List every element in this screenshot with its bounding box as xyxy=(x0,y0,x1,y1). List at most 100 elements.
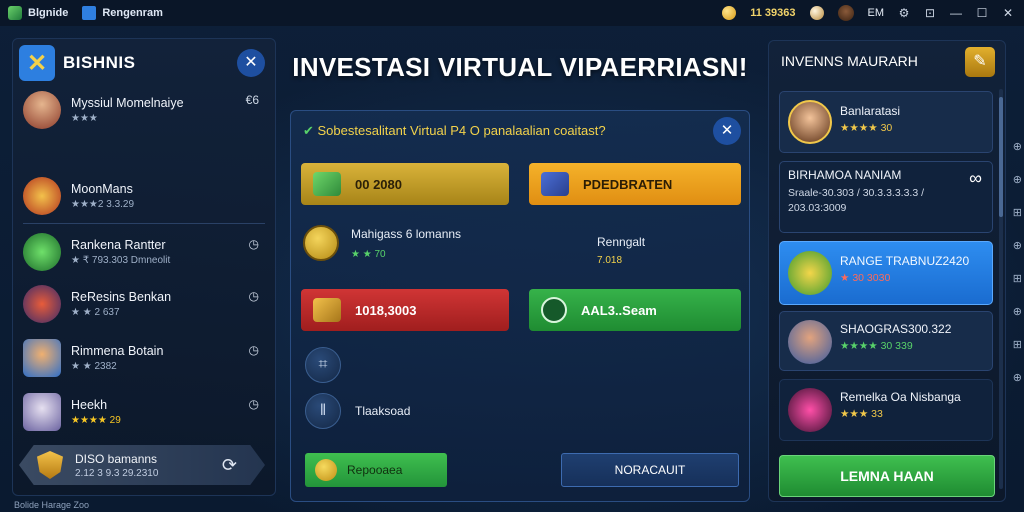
pause-icon: ǁ xyxy=(305,393,341,429)
panel-title: BISHNIS xyxy=(63,53,136,72)
investor-badge-icon xyxy=(788,251,832,295)
list-item[interactable]: Myssiul Momelnaiye ★★★ €6 xyxy=(23,91,265,129)
character-avatar xyxy=(23,91,61,129)
gears-avatar xyxy=(23,285,61,323)
investor-card[interactable]: BIRHAMOA NANIAM Sraale-30.303 / 30.3.3.3… xyxy=(779,161,993,233)
investor-rating: ★★★ 33 xyxy=(840,408,883,420)
toolbar-icon[interactable]: ⊕ xyxy=(1013,239,1022,252)
app-name: Blgnide xyxy=(28,7,69,19)
check-mark-icon: ✔ xyxy=(303,123,318,138)
scrollbar[interactable] xyxy=(999,89,1003,489)
guild-banner[interactable]: DISO bamanns 2.12 3 9.3 29.2310 ⟳ xyxy=(19,445,265,485)
investor-card[interactable]: Banlaratasi ★★★★ 30 xyxy=(779,91,993,153)
repay-label: Repooaea xyxy=(347,463,403,477)
investment-dialog: ✔ Sobestesalitant Virtual P4 O panalaali… xyxy=(290,110,750,502)
title-bar: Blgnide Rengenram 11 39363 EM ⚙ ⊡ — ☐ ✕ xyxy=(0,0,1024,26)
item-rating: ★★★ xyxy=(71,113,98,124)
clock-icon[interactable]: ◷ xyxy=(249,289,259,303)
investor-avatar xyxy=(788,100,832,144)
avatar[interactable] xyxy=(837,5,854,21)
scrollbar-thumb[interactable] xyxy=(999,97,1003,217)
refresh-icon[interactable]: ⟳ xyxy=(222,455,237,476)
coin-icon xyxy=(722,6,737,20)
moon-badge-icon xyxy=(23,177,61,215)
link-icon[interactable]: ∞ xyxy=(969,168,982,189)
info-left-sub: ★ ★ 70 xyxy=(351,248,386,260)
coin-balance: 11 39363 xyxy=(750,7,796,19)
divider xyxy=(23,223,265,224)
gold-invest-button[interactable]: 00 2080 xyxy=(301,163,509,205)
picture-in-picture-icon[interactable]: ⊡ xyxy=(924,7,936,19)
toolbar-icon[interactable]: ⊞ xyxy=(1013,206,1022,219)
info-right: Renngalt 7.018 xyxy=(597,235,645,266)
toolbar-icon[interactable]: ⊞ xyxy=(1013,272,1022,285)
investor-name: Banlaratasi xyxy=(840,104,901,118)
minimize-icon[interactable]: — xyxy=(950,7,962,19)
character-avatar xyxy=(23,339,61,377)
toolbar-icon[interactable]: ⊕ xyxy=(1013,173,1022,186)
maximize-icon[interactable]: ☐ xyxy=(976,7,988,19)
list-item[interactable]: Rimmena Botain ★ ★ 2382 ◷ xyxy=(23,339,265,377)
red-amount: 1018,3003 xyxy=(355,302,417,318)
secondary-button[interactable]: NORACAUIT xyxy=(561,453,739,487)
side-toolbar: ⊕ ⊕ ⊞ ⊕ ⊞ ⊕ ⊞ ⊕ xyxy=(1013,140,1022,384)
pin-icon[interactable]: ✎ xyxy=(965,47,995,77)
info-left-title: Mahigass 6 lomanns xyxy=(351,226,462,241)
close-panel-button[interactable]: ✕ xyxy=(237,49,265,77)
investor-card[interactable]: SHAOGRAS300.322 ★★★★ 30 339 xyxy=(779,311,993,371)
list-item[interactable]: Heekh ★★★★ 29 ◷ xyxy=(23,393,265,431)
list-item[interactable]: Rankena Rantter ★ ₹ 793.303 Dmneolit ◷ xyxy=(23,233,265,271)
page-title: INVESTASI VIRTUAL VIPAERRIASN! xyxy=(292,52,748,82)
toolbar-icon[interactable]: ⊕ xyxy=(1013,371,1022,384)
gem-icon[interactable] xyxy=(809,6,824,20)
tab-title[interactable]: Rengenram xyxy=(102,7,163,19)
cash-icon xyxy=(313,172,341,196)
orange-invest-button[interactable]: PDEDBRATEN xyxy=(529,163,741,205)
clock-icon[interactable]: ◷ xyxy=(249,343,259,357)
item-name: Myssiul Momelnaiye xyxy=(71,96,184,110)
investor-card[interactable]: Remelka Oa Nisbanga ★★★ 33 xyxy=(779,379,993,441)
clock-icon[interactable]: ◷ xyxy=(249,397,259,411)
toolbar-icon[interactable]: ⊕ xyxy=(1013,140,1022,153)
shield-icon xyxy=(541,297,567,323)
investor-details: Sraale-30.303 / 30.3.3.3.3.3 / 203.03:30… xyxy=(788,187,925,214)
coin-icon xyxy=(315,459,337,481)
item-rating: ★★★★ 29 xyxy=(71,415,121,426)
info-right-title: Renngalt xyxy=(597,235,646,249)
toolbar-icon[interactable]: ⊞ xyxy=(1013,338,1022,351)
info-right-value: 7.018 xyxy=(597,255,623,266)
investor-avatar xyxy=(788,320,832,364)
repay-button[interactable]: Repooaea xyxy=(305,453,447,487)
green-label: AAL3..Seam xyxy=(581,302,657,318)
investor-name: BIRHAMOA NANIAM xyxy=(788,168,902,182)
chest-icon xyxy=(313,298,341,322)
red-invest-button[interactable]: 1018,3003 xyxy=(301,289,509,331)
item-rating: ★★★2 3.3.29 xyxy=(71,199,135,210)
close-icon[interactable]: ✕ xyxy=(1002,7,1014,19)
item-price: €6 xyxy=(245,93,259,107)
list-item[interactable]: ReResins Benkan ★ ★ 2 637 ◷ xyxy=(23,285,265,323)
item-name: ReResins Benkan xyxy=(71,290,172,304)
character-avatar xyxy=(23,393,61,431)
item-rating: ★ ★ 2 637 xyxy=(71,307,120,318)
clock-icon[interactable]: ◷ xyxy=(249,237,259,251)
business-panel-header: ✕ BISHNIS ✕ xyxy=(19,45,269,81)
option-row[interactable]: ⌗ xyxy=(305,347,341,383)
investor-card-selected[interactable]: RANGE TRABNUZ2420 ★ 30 3030 xyxy=(779,241,993,305)
item-rating: ★ ₹ 793.303 Dmneolit xyxy=(71,255,171,266)
item-name: MoonMans xyxy=(71,182,133,196)
option-row[interactable]: ǁ Tlaaksoad xyxy=(305,393,410,429)
primary-action-button[interactable]: LEMNA HAAN xyxy=(779,455,995,497)
item-name: Heekh xyxy=(71,398,108,412)
business-list-panel: ✕ BISHNIS ✕ Myssiul Momelnaiye ★★★ €6 Moo… xyxy=(12,38,276,496)
user-initials[interactable]: EM xyxy=(868,7,885,19)
crossed-tools-icon: ✕ xyxy=(19,45,55,81)
settings-icon[interactable]: ⚙ xyxy=(898,7,910,19)
investor-name: RANGE TRABNUZ2420 xyxy=(840,254,970,268)
green-invest-button[interactable]: AAL3..Seam xyxy=(529,289,741,331)
investor-name: SHAOGRAS300.322 xyxy=(840,322,952,336)
list-item[interactable]: MoonMans ★★★2 3.3.29 xyxy=(23,177,265,215)
toolbar-icon[interactable]: ⊕ xyxy=(1013,305,1022,318)
investor-avatar xyxy=(788,388,832,432)
close-dialog-button[interactable]: ✕ xyxy=(713,117,741,145)
